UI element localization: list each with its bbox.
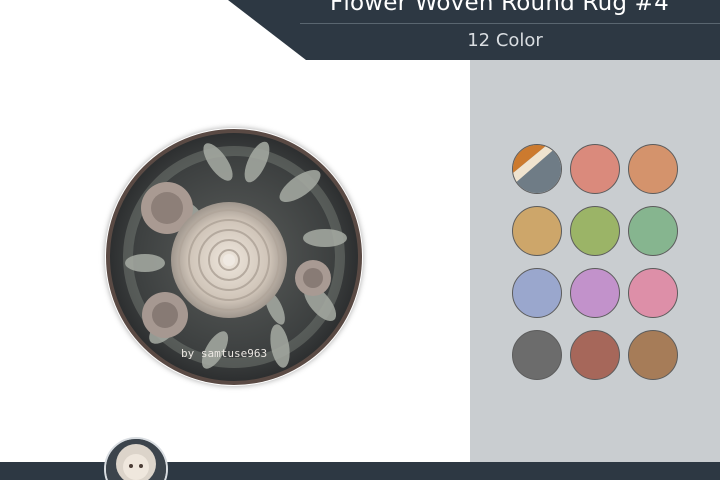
swatch-terracotta[interactable]: [628, 144, 678, 194]
header-divider: [300, 23, 720, 24]
swatch-pink[interactable]: [628, 268, 678, 318]
swatch-lavender[interactable]: [570, 268, 620, 318]
color-count-label: 12 Color: [467, 30, 543, 51]
swatch-brown-red[interactable]: [570, 330, 620, 380]
swatch-orange-white-slate[interactable]: [512, 144, 562, 194]
swatch-coral[interactable]: [570, 144, 620, 194]
swatch-olive-green[interactable]: [570, 206, 620, 256]
doll-portrait-icon: [106, 439, 166, 480]
creator-watermark: by samtuse963: [181, 347, 268, 360]
swatch-charcoal[interactable]: [512, 330, 562, 380]
product-preview-card: Flower Woven Round Rug #4 12 Color by sa…: [0, 0, 720, 480]
swatch-panel: [470, 60, 720, 462]
swatch-mustard[interactable]: [512, 206, 562, 256]
swatch-tan-brown[interactable]: [628, 330, 678, 380]
product-title: Flower Woven Round Rug #4: [330, 0, 669, 16]
creator-avatar-icon: [104, 437, 168, 480]
striped-swatch-icon: [513, 145, 561, 193]
swatch-periwinkle[interactable]: [512, 268, 562, 318]
swatch-sage-green[interactable]: [628, 206, 678, 256]
